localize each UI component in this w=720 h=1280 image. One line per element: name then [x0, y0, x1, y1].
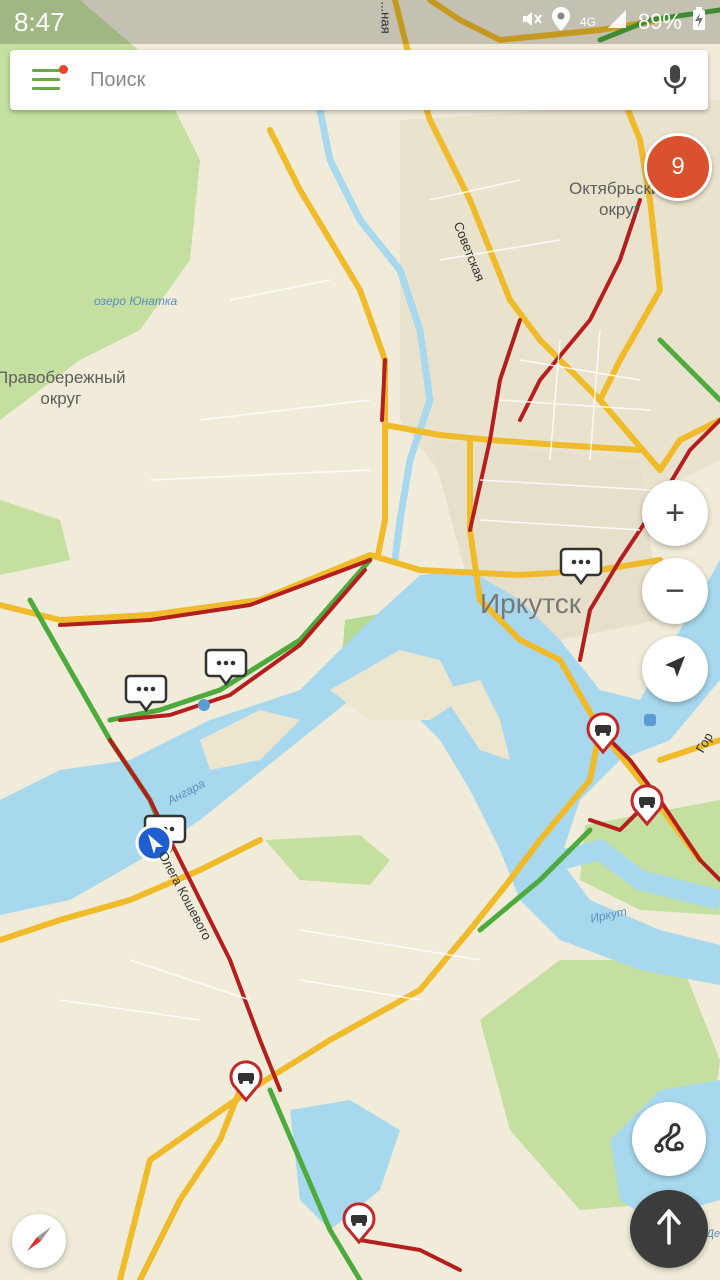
city-label: Иркутск	[480, 588, 582, 619]
zoom-in-button[interactable]: +	[642, 480, 708, 546]
network-type: 4G	[579, 15, 596, 29]
notification-dot	[59, 65, 68, 74]
menu-icon[interactable]	[32, 65, 68, 91]
zoom-out-button[interactable]: −	[642, 558, 708, 624]
routes-button[interactable]	[632, 1102, 706, 1176]
compass-button[interactable]	[12, 1214, 66, 1268]
mute-icon	[520, 8, 542, 36]
lake-label: озеро Юнатка	[94, 294, 178, 308]
status-bar: 8:47 4G 89%	[0, 0, 720, 44]
battery-percent: 89%	[637, 9, 682, 34]
go-button[interactable]	[630, 1190, 708, 1268]
location-arrow-icon	[661, 653, 689, 686]
minus-icon: −	[665, 572, 685, 610]
signal-icon	[606, 8, 628, 36]
plus-icon: +	[665, 494, 685, 532]
compass-icon	[23, 1223, 55, 1260]
microphone-icon[interactable]	[660, 63, 690, 97]
bus-stop-icon	[644, 714, 656, 726]
location-pin-icon	[551, 7, 570, 37]
search-input[interactable]: Поиск	[90, 69, 660, 92]
status-time: 8:47	[14, 6, 65, 37]
arrow-up-icon	[653, 1208, 685, 1250]
district-label-pravoberezhny: Правобережный округ	[0, 368, 126, 408]
traffic-level-badge[interactable]: 9	[644, 133, 712, 201]
search-bar[interactable]: Поиск	[10, 50, 708, 110]
my-location-button[interactable]	[642, 636, 708, 702]
route-icon	[649, 1117, 689, 1162]
battery-charging-icon	[692, 7, 706, 37]
pier-icon	[198, 699, 210, 711]
